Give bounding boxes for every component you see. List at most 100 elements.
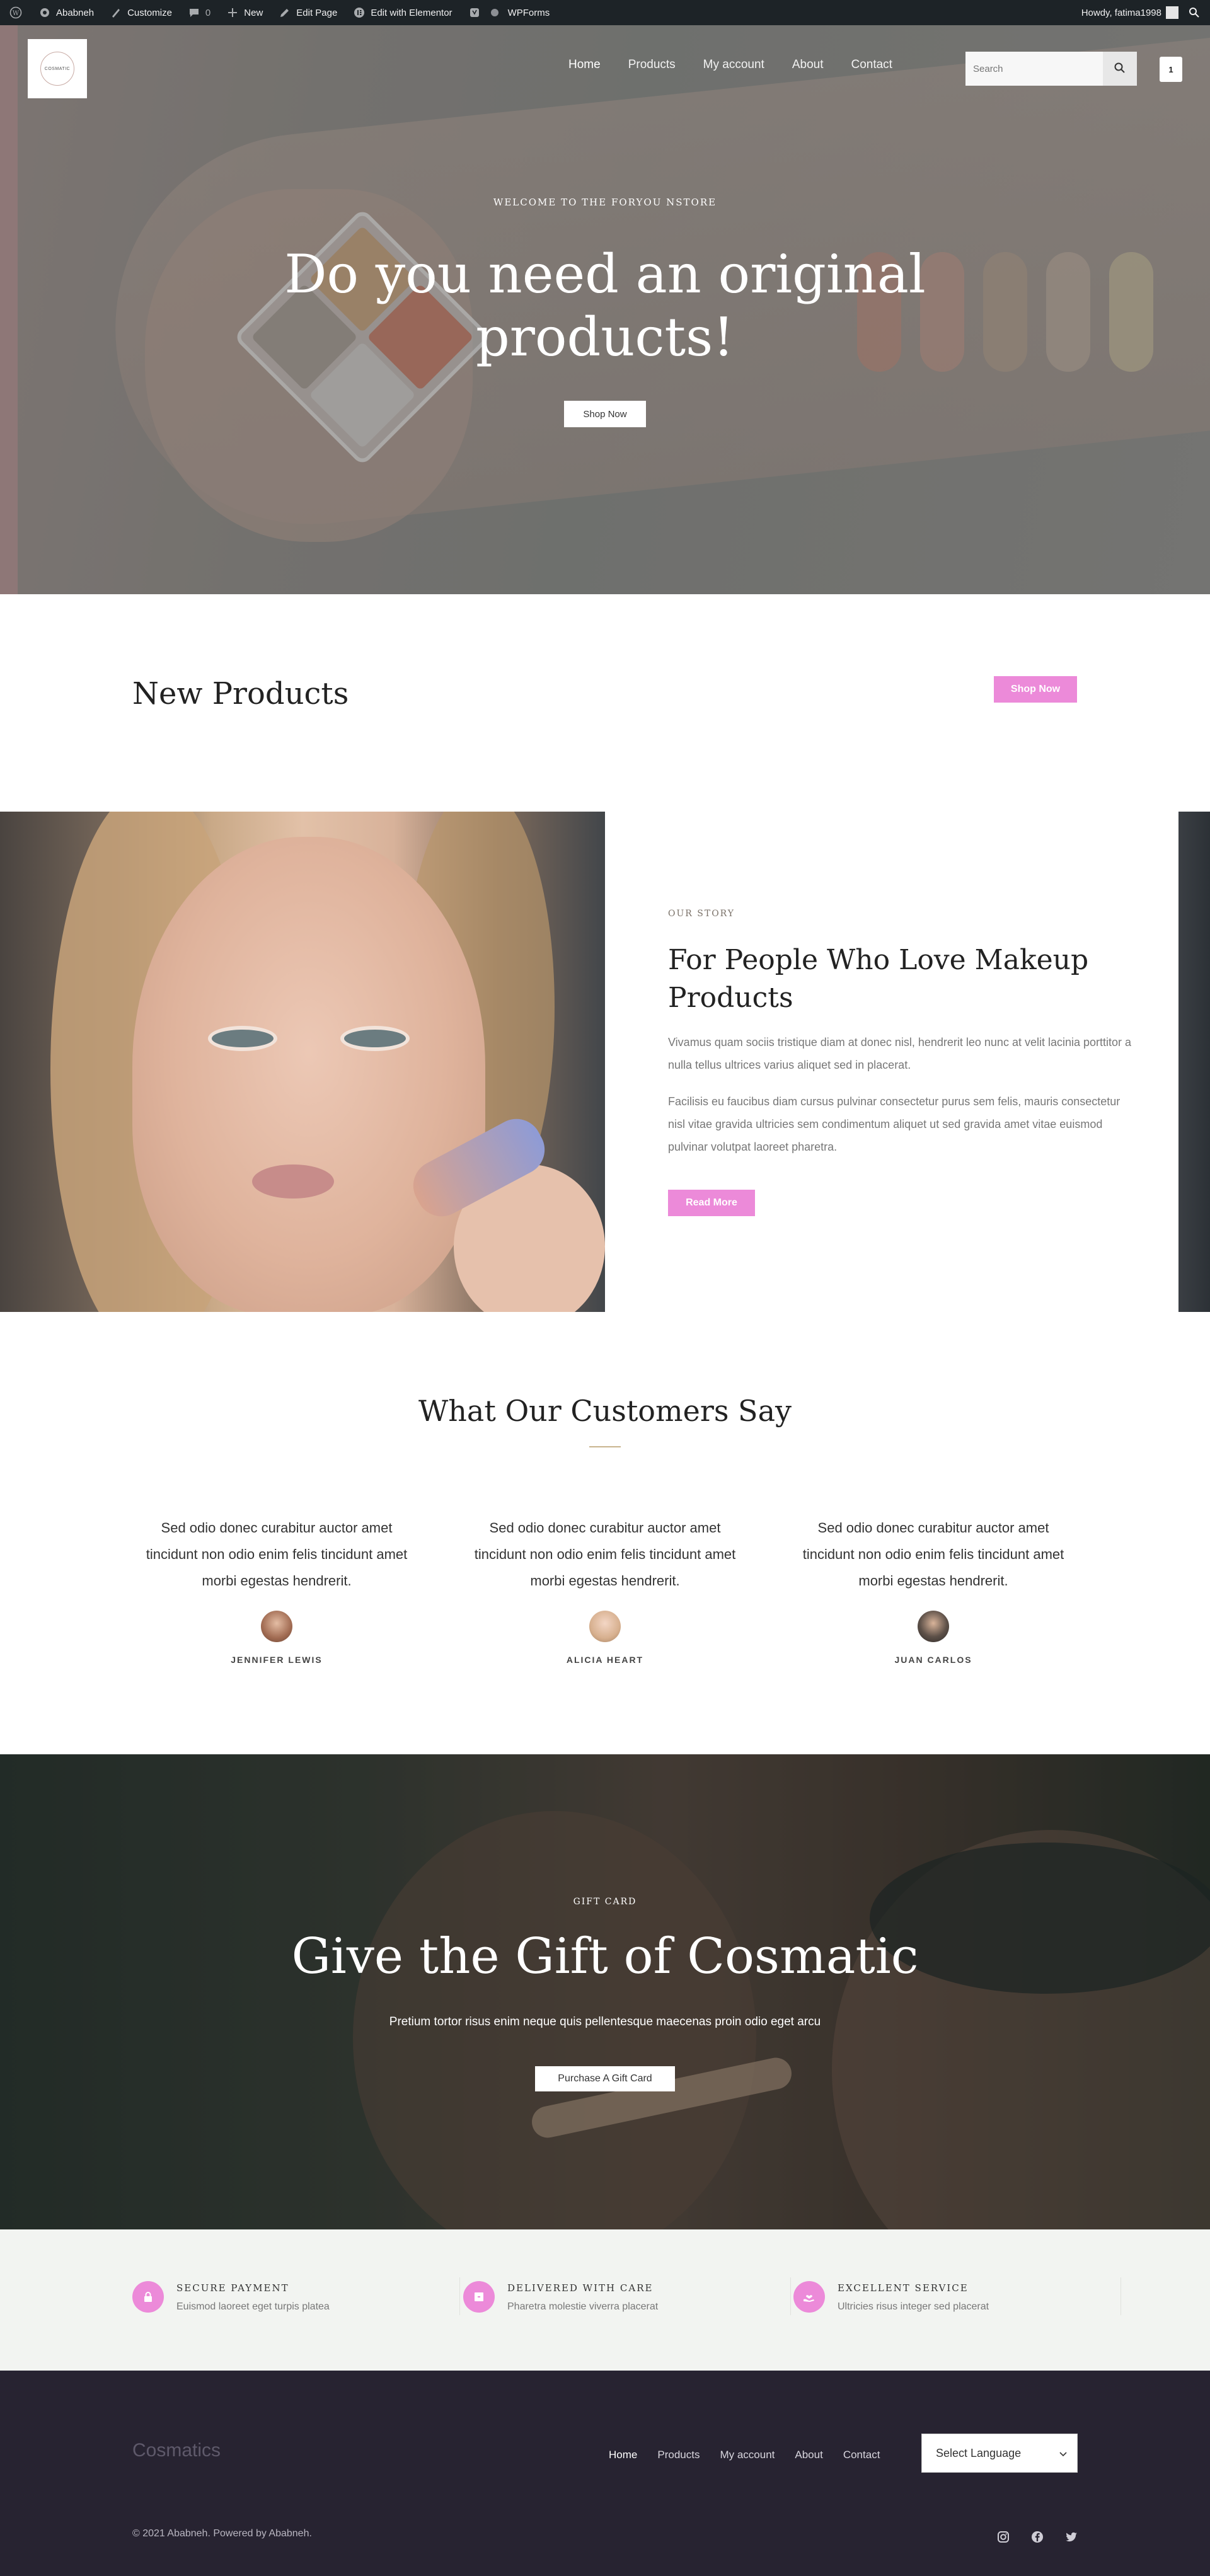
edit-page-link[interactable]: Edit Page (278, 6, 337, 20)
feature-divider (459, 2277, 460, 2315)
wordpress-logo-button[interactable]: W (9, 6, 23, 20)
story-title: For People Who Love Makeup Products (668, 944, 1089, 1014)
eye-left (208, 1026, 277, 1051)
comment-icon (187, 6, 201, 20)
search-icon[interactable] (1187, 6, 1201, 20)
testimonial-name: JUAN CARLOS (894, 1655, 972, 1665)
nav-products[interactable]: Products (628, 58, 676, 72)
site-header: COSMATIC Home Products My account About … (0, 25, 1210, 113)
comments-link[interactable]: 0 (187, 6, 210, 20)
our-story-section: OUR STORY For People Who Love Makeup Pro… (0, 812, 1210, 1312)
site-name-label: Ababneh (56, 7, 95, 18)
instagram-icon[interactable] (996, 2529, 1011, 2544)
site-footer: Cosmatics Home Products My account About… (0, 2371, 1210, 2576)
avatar (918, 1611, 949, 1642)
brush-icon (109, 6, 123, 20)
chevron-down-icon (1059, 2447, 1067, 2460)
wordpress-icon: W (9, 6, 23, 20)
comments-count: 0 (205, 7, 211, 18)
edit-elementor-link[interactable]: Edit with Elementor (352, 6, 452, 20)
footer-nav-my-account[interactable]: My account (720, 2449, 775, 2461)
testimonial-card: Sed odio donec curabitur auctor amet tin… (466, 1515, 744, 1665)
nav-my-account[interactable]: My account (703, 58, 764, 72)
new-content-link[interactable]: New (226, 6, 263, 20)
pencil-icon (278, 6, 292, 20)
purchase-gift-card-button[interactable]: Purchase A Gift Card (535, 2066, 675, 2091)
feature-title: DELIVERED WITH CARE (507, 2282, 654, 2294)
customize-link[interactable]: Customize (109, 6, 172, 20)
story-right-edge-image (1178, 812, 1210, 1312)
footer-brand[interactable]: Cosmatics (132, 2440, 221, 2461)
new-label: New (244, 7, 263, 18)
header-search (965, 52, 1137, 86)
feature-desc: Ultricies risus integer sed placerat (838, 2301, 989, 2312)
avatar (261, 1611, 292, 1642)
footer-nav-products[interactable]: Products (657, 2449, 700, 2461)
testimonial-name: ALICIA HEART (566, 1655, 644, 1665)
testimonial-quote: Sed odio donec curabitur auctor amet tin… (802, 1520, 1064, 1589)
hero-shop-now-button[interactable]: Shop Now (564, 401, 646, 427)
feature-divider (790, 2277, 791, 2315)
nav-about[interactable]: About (792, 58, 824, 72)
feature-item: DELIVERED WITH CARE Pharetra molestie vi… (463, 2277, 791, 2325)
feature-desc: Euismod laoreet eget turpis platea (176, 2301, 330, 2312)
footer-nav: Home Products My account About Contact (609, 2449, 900, 2461)
site-logo[interactable]: COSMATIC (28, 39, 87, 98)
footer-nav-contact[interactable]: Contact (843, 2449, 880, 2461)
feature-item: EXCELLENT SERVICE Ultricies risus intege… (793, 2277, 1121, 2325)
lock-icon (132, 2281, 164, 2313)
features-section: SECURE PAYMENT Euismod laoreet eget turp… (0, 2229, 1210, 2371)
search-button[interactable] (1103, 52, 1137, 86)
plus-icon (226, 6, 239, 20)
howdy-label: Howdy, fatima1998 (1081, 7, 1161, 18)
avatar (589, 1611, 621, 1642)
yoast-icon (468, 6, 481, 20)
eye-right (340, 1026, 410, 1051)
edit-elementor-label: Edit with Elementor (371, 7, 452, 18)
status-dot-icon (488, 6, 502, 20)
gift-card-section: GIFT CARD Give the Gift of Cosmatic Pret… (0, 1754, 1210, 2229)
facebook-icon[interactable] (1030, 2529, 1045, 2544)
cart-button[interactable]: 1 (1160, 57, 1182, 82)
svg-text:W: W (13, 10, 20, 17)
testimonial-card: Sed odio donec curabitur auctor amet tin… (138, 1515, 415, 1665)
admin-bar: W Ababneh Customize 0 New Edit Page Edit… (0, 0, 1210, 25)
face (132, 837, 485, 1312)
hand-heart-icon (793, 2281, 825, 2313)
nav-contact[interactable]: Contact (851, 58, 892, 72)
wpforms-label: WPForms (507, 7, 550, 18)
footer-nav-home[interactable]: Home (609, 2449, 637, 2461)
nav-home[interactable]: Home (568, 58, 601, 72)
gift-subtitle: Pretium tortor risus enim neque quis pel… (389, 2015, 821, 2028)
hero-title-line-1: Do you need an original (284, 243, 926, 305)
logo-mark: COSMATIC (40, 52, 74, 86)
lips (252, 1164, 334, 1199)
social-links (996, 2529, 1079, 2544)
hero-title: Do you need an original products! (0, 243, 1210, 369)
edit-page-label: Edit Page (296, 7, 338, 18)
site-name-link[interactable]: Ababneh (38, 6, 94, 20)
box-icon (463, 2281, 495, 2313)
wpforms-link[interactable]: WPForms (468, 6, 550, 20)
my-account-link[interactable]: Howdy, fatima1998 (1081, 6, 1178, 19)
new-products-title: New Products (132, 676, 349, 711)
footer-nav-about[interactable]: About (795, 2449, 822, 2461)
testimonial-quote: Sed odio donec curabitur auctor amet tin… (146, 1520, 408, 1589)
language-select[interactable]: Select Language (921, 2434, 1078, 2473)
gift-title: Give the Gift of Cosmatic (291, 1928, 919, 1985)
feature-title: SECURE PAYMENT (176, 2282, 289, 2294)
feature-item: SECURE PAYMENT Euismod laoreet eget turp… (132, 2277, 460, 2325)
new-products-shop-now-button[interactable]: Shop Now (994, 676, 1077, 703)
read-more-button[interactable]: Read More (668, 1190, 755, 1216)
hero-title-line-2: products! (475, 306, 735, 368)
search-input[interactable] (965, 52, 1103, 86)
testimonials-title: What Our Customers Say (418, 1394, 792, 1428)
language-select-value: Select Language (936, 2446, 1022, 2459)
testimonial-quote: Sed odio donec curabitur auctor amet tin… (474, 1520, 736, 1589)
feature-title: EXCELLENT SERVICE (838, 2282, 969, 2294)
story-paragraph-2: Facilisis eu faucibus diam cursus pulvin… (668, 1095, 1121, 1153)
gift-overlay (0, 1754, 1210, 2229)
twitter-icon[interactable] (1064, 2529, 1079, 2544)
user-avatar (1166, 6, 1178, 19)
testimonial-name: JENNIFER LEWIS (231, 1655, 323, 1665)
